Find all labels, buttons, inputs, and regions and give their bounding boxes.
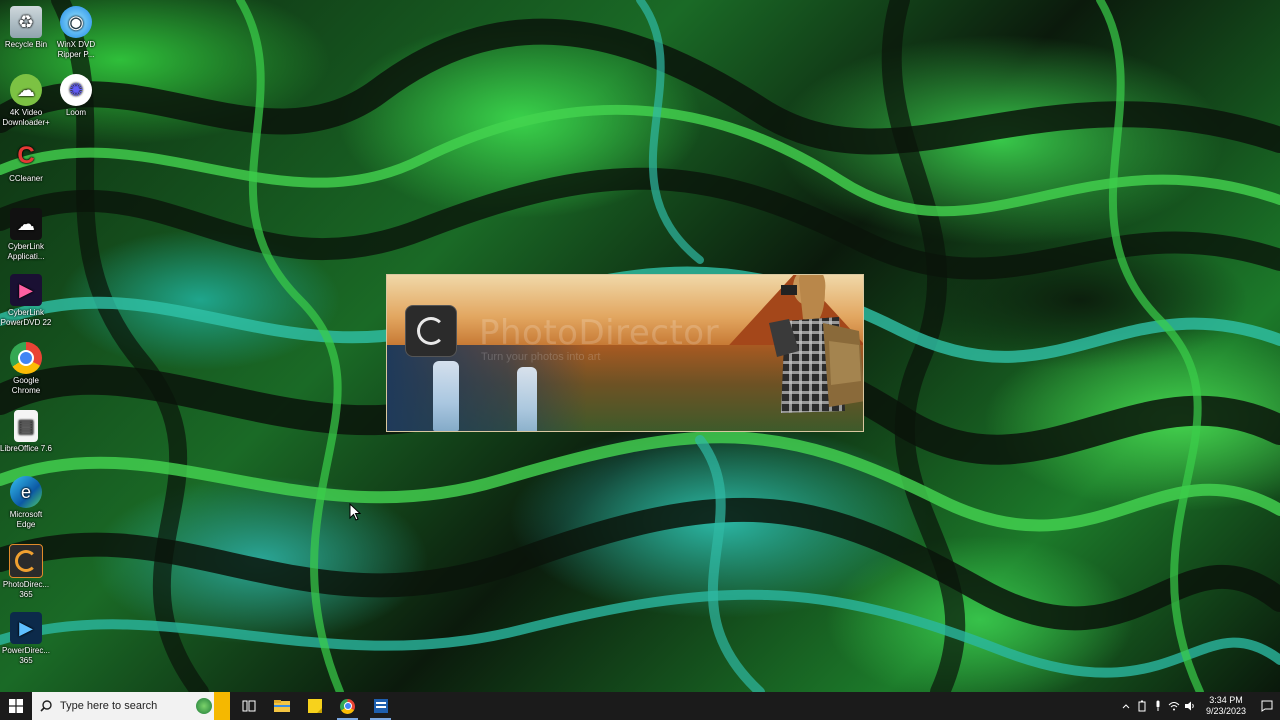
desktop-icon-label: Loom	[65, 108, 86, 117]
search-icon	[40, 700, 52, 712]
splash-brand: PhotoDirector	[479, 313, 720, 353]
speaker-icon	[1185, 701, 1194, 711]
desktop-icon-label: Recycle Bin	[4, 40, 48, 49]
photodirector-taskbar-icon	[373, 699, 388, 713]
taskbar-clock[interactable]: 3:34 PM 9/23/2023	[1198, 695, 1254, 717]
desktop-icon-powerdirector[interactable]: ▶ PowerDirec... 365	[0, 612, 52, 666]
desktop-icon-label: 4K Video Downloader+	[2, 108, 50, 127]
desktop-icon-4k-video-downloader[interactable]: ☁ 4K Video Downloader+	[0, 74, 52, 128]
sticky-notes-icon	[307, 699, 322, 713]
notification-icon	[1261, 700, 1273, 712]
desktop-icon-label: CyberLink Applicati...	[7, 242, 45, 261]
tray-battery[interactable]	[1134, 692, 1150, 720]
search-highlight-stripe	[214, 692, 230, 720]
desktop-icon-powerdvd[interactable]: ▶ CyberLink PowerDVD 22	[0, 274, 52, 328]
tray-volume[interactable]	[1182, 692, 1198, 720]
splash-tagline: Turn your photos into art	[481, 351, 601, 363]
desktop-icon-cyberlink-application[interactable]: ☁ CyberLink Applicati...	[0, 208, 52, 262]
taskbar-file-explorer[interactable]	[265, 692, 298, 720]
desktop-icon-label: PhotoDirec... 365	[2, 580, 50, 599]
tray-microphone[interactable]	[1150, 692, 1166, 720]
wifi-icon	[1168, 702, 1180, 711]
show-hidden-icons-button[interactable]	[1118, 692, 1134, 720]
desktop-icon-label: Google Chrome	[11, 376, 41, 395]
tray-network[interactable]	[1166, 692, 1182, 720]
photodirector-logo-icon	[405, 305, 457, 357]
desktop-icon-photodirector[interactable]: PhotoDirec... 365	[0, 544, 52, 600]
desktop-icon-label: CCleaner	[9, 174, 43, 183]
taskbar-sticky-notes[interactable]	[298, 692, 331, 720]
desktop-icon-recycle-bin[interactable]: ♻ Recycle Bin	[0, 6, 52, 50]
edge-icon: e	[10, 476, 42, 508]
desktop-icon-label: WinX DVD Ripper P...	[56, 40, 96, 59]
search-placeholder: Type here to search	[60, 700, 158, 712]
clock-date: 9/23/2023	[1205, 706, 1247, 716]
chrome-icon	[10, 342, 42, 374]
chrome-icon	[340, 698, 355, 714]
4k-video-downloader-icon: ☁	[10, 74, 42, 106]
loom-icon: ✺	[60, 74, 92, 106]
chevron-up-icon	[1122, 704, 1130, 709]
desktop-icon-winx-dvd[interactable]: ◉ WinX DVD Ripper P...	[50, 6, 102, 60]
desktop-icon-label: Microsoft Edge	[9, 510, 43, 529]
taskbar-search-box[interactable]: Type here to search	[32, 692, 230, 720]
splash-waterfall	[433, 361, 459, 431]
notification-center-button[interactable]	[1254, 692, 1280, 720]
task-view-button[interactable]	[232, 692, 265, 720]
winx-dvd-icon: ◉	[60, 6, 92, 38]
taskbar-photodirector[interactable]	[364, 692, 397, 720]
clock-time: 3:34 PM	[1209, 695, 1243, 705]
logo-ring	[417, 317, 445, 345]
recycle-bin-icon: ♻	[10, 6, 42, 38]
microphone-icon	[1156, 700, 1160, 711]
search-highlight-decoration	[190, 692, 230, 720]
start-button[interactable]	[0, 692, 32, 720]
file-explorer-icon	[273, 700, 290, 712]
desktop-icon-google-chrome[interactable]: Google Chrome	[0, 342, 52, 396]
photodirector-icon	[9, 544, 43, 578]
taskbar: Type here to search 3:34 PM 9/23/2023	[0, 692, 1280, 720]
powerdvd-icon: ▶	[10, 274, 42, 306]
desktop-icon-label: LibreOffice 7.6	[0, 444, 52, 453]
powerdirector-icon: ▶	[10, 612, 42, 644]
search-globe-icon	[196, 698, 212, 714]
photodirector-splash-screen: PhotoDirector Turn your photos into art	[386, 274, 864, 432]
splash-waterfall	[517, 367, 537, 431]
mouse-cursor-icon	[349, 503, 361, 521]
taskbar-google-chrome[interactable]	[331, 692, 364, 720]
ccleaner-icon: C	[17, 142, 35, 169]
task-view-icon	[242, 700, 255, 712]
libreoffice-icon: ▤	[14, 410, 38, 442]
splash-photographer	[769, 275, 863, 413]
desktop-icon-loom[interactable]: ✺ Loom	[50, 74, 102, 118]
system-tray: 3:34 PM 9/23/2023	[1118, 692, 1280, 720]
desktop-icon-ccleaner[interactable]: C CCleaner	[0, 140, 52, 184]
windows-logo-icon	[9, 699, 23, 713]
desktop-icon-label: PowerDirec... 365	[1, 646, 50, 665]
desktop-icon-label: CyberLink PowerDVD 22	[0, 308, 52, 327]
desktop-icon-microsoft-edge[interactable]: e Microsoft Edge	[0, 476, 52, 530]
desktop-icon-libreoffice[interactable]: ▤ LibreOffice 7.6	[0, 410, 52, 454]
cyberlink-cloud-icon: ☁	[10, 208, 42, 240]
battery-icon	[1138, 700, 1146, 712]
